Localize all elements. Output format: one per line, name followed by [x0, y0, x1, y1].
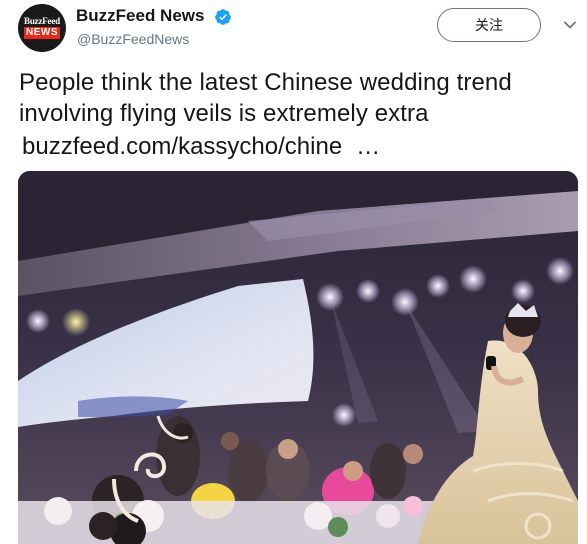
- avatar-logo-text: BuzzFeed: [24, 16, 60, 26]
- display-name[interactable]: BuzzFeed News: [76, 6, 204, 26]
- wedding-video-frame: [18, 171, 578, 544]
- tweet-link-url[interactable]: buzzfeed.com/kassycho/chine: [22, 133, 342, 160]
- account-handle[interactable]: @BuzzFeedNews: [77, 31, 189, 47]
- follow-button[interactable]: 关注: [437, 8, 541, 42]
- avatar[interactable]: BuzzFeed NEWS: [18, 4, 66, 52]
- verified-badge-icon: [215, 9, 231, 25]
- tweet-link-ellipsis: …: [356, 133, 381, 160]
- chevron-down-icon[interactable]: [563, 18, 577, 32]
- tweet-text: People think the latest Chinese wedding …: [19, 67, 579, 129]
- tweet-card: BuzzFeed NEWS BuzzFeed News @BuzzFeedNew…: [0, 0, 587, 544]
- tweet-text-line: People think the latest Chinese wedding …: [19, 69, 512, 96]
- tweet-media[interactable]: [18, 171, 578, 544]
- avatar-logo-badge: NEWS: [24, 27, 60, 39]
- tweet-text-line: involving flying veils is extremely extr…: [19, 100, 429, 127]
- tweet-header: BuzzFeed NEWS BuzzFeed News @BuzzFeedNew…: [0, 0, 587, 60]
- tweet-link[interactable]: buzzfeed.com/kassycho/chine …: [22, 131, 380, 162]
